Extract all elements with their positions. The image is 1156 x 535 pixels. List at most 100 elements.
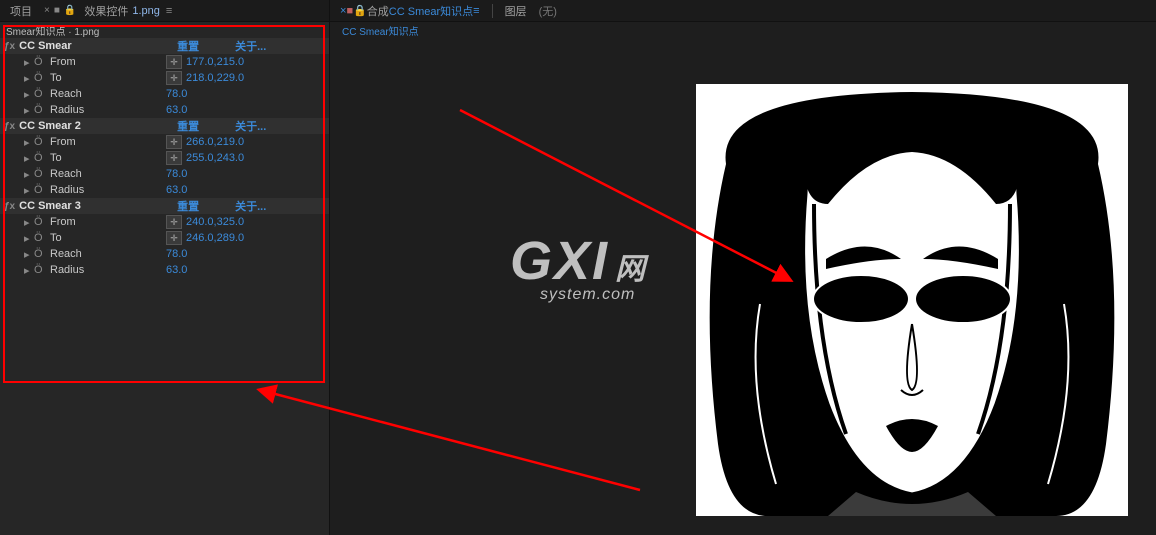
property-value[interactable]: 255.0,243.0	[186, 152, 244, 164]
about-link[interactable]: 关于...	[235, 118, 266, 134]
composition-viewer[interactable]	[696, 84, 1128, 516]
panel-menu-icon[interactable]: ≡	[166, 5, 172, 17]
effect-property-row: ▸ÖRadius63.0	[0, 182, 329, 198]
stopwatch-icon[interactable]: Ö	[34, 216, 50, 228]
fx-icon: ƒx	[4, 121, 15, 132]
expand-icon[interactable]: ▸	[24, 264, 34, 277]
effect-name: CC Smear 2	[19, 120, 169, 132]
stopwatch-icon[interactable]: Ö	[34, 72, 50, 84]
tab-prefix: 效果控件	[84, 3, 128, 19]
property-name: To	[50, 72, 166, 84]
reset-link[interactable]: 重置	[177, 38, 199, 54]
expand-icon[interactable]: ▸	[24, 88, 34, 101]
property-value[interactable]: 218.0,229.0	[186, 72, 244, 84]
stopwatch-icon[interactable]: Ö	[34, 56, 50, 68]
fx-icon: ƒx	[4, 201, 15, 212]
face-illustration	[696, 84, 1128, 516]
effect-header[interactable]: ƒx CC Smear 2 重置 关于...	[0, 118, 329, 134]
property-value[interactable]: 266.0,219.0	[186, 136, 244, 148]
crosshair-icon[interactable]: ✛	[166, 55, 182, 69]
left-tabbar: 项目 × ■ 🔒 效果控件 1.png ≡	[0, 0, 329, 22]
stopwatch-icon[interactable]: Ö	[34, 264, 50, 276]
crosshair-icon[interactable]: ✛	[166, 151, 182, 165]
expand-icon[interactable]: ▸	[24, 104, 34, 117]
effect-property-row: ▸ÖReach78.0	[0, 166, 329, 182]
property-value[interactable]: 240.0,325.0	[186, 216, 244, 228]
stopwatch-icon[interactable]: Ö	[34, 168, 50, 180]
effect-name: CC Smear 3	[19, 200, 169, 212]
expand-icon[interactable]: ▸	[24, 136, 34, 149]
property-value[interactable]: 78.0	[166, 168, 187, 180]
expand-icon[interactable]: ▸	[24, 216, 34, 229]
stopwatch-icon[interactable]: Ö	[34, 104, 50, 116]
crosshair-icon[interactable]: ✛	[166, 135, 182, 149]
property-name: Reach	[50, 248, 166, 260]
comp-tab-name: CC Smear知识点	[389, 3, 473, 19]
effect-header[interactable]: ƒx CC Smear 重置 关于...	[0, 38, 329, 54]
property-value[interactable]: 78.0	[166, 88, 187, 100]
stopwatch-icon[interactable]: Ö	[34, 232, 50, 244]
effect-header[interactable]: ƒx CC Smear 3 重置 关于...	[0, 198, 329, 214]
effect-property-row: ▸ÖFrom✛266.0,219.0	[0, 134, 329, 150]
property-name: Radius	[50, 104, 166, 116]
property-value[interactable]: 177.0,215.0	[186, 56, 244, 68]
property-value[interactable]: 63.0	[166, 184, 187, 196]
composition-tab[interactable]: × ■ 🔒 合成 CC Smear知识点 ≡	[334, 3, 486, 19]
expand-icon[interactable]: ▸	[24, 152, 34, 165]
property-name: Reach	[50, 88, 166, 100]
effect-property-row: ▸ÖTo✛ 255.0,243.0	[0, 150, 329, 166]
effect-property-row: ▸ÖRadius63.0	[0, 262, 329, 278]
layer-tab-label[interactable]: 图层	[499, 3, 533, 19]
divider	[492, 4, 493, 18]
effect-property-row: ▸ÖReach78.0	[0, 86, 329, 102]
layer-none: (无)	[533, 3, 563, 19]
property-name: To	[50, 232, 166, 244]
expand-icon[interactable]: ▸	[24, 232, 34, 245]
property-value[interactable]: 78.0	[166, 248, 187, 260]
stopwatch-icon[interactable]: Ö	[34, 136, 50, 148]
crosshair-icon[interactable]: ✛	[166, 71, 182, 85]
reset-link[interactable]: 重置	[177, 118, 199, 134]
stopwatch-icon[interactable]: Ö	[34, 152, 50, 164]
crosshair-icon[interactable]: ✛	[166, 215, 182, 229]
fx-icon: ƒx	[4, 41, 15, 52]
comp-tab-prefix: 合成	[367, 3, 389, 19]
expand-icon[interactable]: ▸	[24, 72, 34, 85]
effect-property-row: ▸ÖFrom✛ 177.0,215.0	[0, 54, 329, 70]
property-name: From	[50, 216, 166, 228]
reset-link[interactable]: 重置	[177, 198, 199, 214]
comp-square-icon: ■	[346, 5, 353, 17]
project-tab[interactable]: 项目	[4, 3, 38, 19]
effect-controls-panel: 项目 × ■ 🔒 效果控件 1.png ≡ Smear知识点 · 1.png ƒ…	[0, 0, 330, 535]
comp-breadcrumb[interactable]: CC Smear知识点	[330, 22, 1156, 38]
expand-icon[interactable]: ▸	[24, 248, 34, 261]
property-name: To	[50, 152, 166, 164]
lock-icon[interactable]: 🔒	[353, 4, 367, 17]
property-value[interactable]: 63.0	[166, 264, 187, 276]
property-name: From	[50, 56, 166, 68]
right-tabbar: × ■ 🔒 合成 CC Smear知识点 ≡ 图层 (无)	[330, 0, 1156, 22]
effect-property-row: ▸ÖReach78.0	[0, 246, 329, 262]
property-name: Reach	[50, 168, 166, 180]
expand-icon[interactable]: ▸	[24, 168, 34, 181]
about-link[interactable]: 关于...	[235, 198, 266, 214]
property-value[interactable]: 246.0,289.0	[186, 232, 244, 244]
effect-name: CC Smear	[19, 40, 169, 52]
close-icon[interactable]: ×	[44, 5, 50, 16]
effect-property-row: ▸ÖTo✛ 246.0,289.0	[0, 230, 329, 246]
about-link[interactable]: 关于...	[235, 38, 266, 54]
effect-property-row: ▸ÖRadius63.0	[0, 102, 329, 118]
panel-menu-icon[interactable]: ≡	[473, 5, 479, 17]
effect-property-row: ▸ÖTo✛ 218.0,229.0	[0, 70, 329, 86]
lock-icon[interactable]: 🔒	[64, 5, 76, 16]
expand-icon[interactable]: ▸	[24, 56, 34, 69]
stopwatch-icon[interactable]: Ö	[34, 184, 50, 196]
property-value[interactable]: 63.0	[166, 104, 187, 116]
effect-property-row: ▸ÖFrom✛ 240.0,325.0	[0, 214, 329, 230]
stopwatch-icon[interactable]: Ö	[34, 248, 50, 260]
property-name: Radius	[50, 184, 166, 196]
stopwatch-icon[interactable]: Ö	[34, 88, 50, 100]
crosshair-icon[interactable]: ✛	[166, 231, 182, 245]
effect-controls-tab[interactable]: × ■ 🔒 效果控件 1.png ≡	[38, 0, 178, 22]
expand-icon[interactable]: ▸	[24, 184, 34, 197]
